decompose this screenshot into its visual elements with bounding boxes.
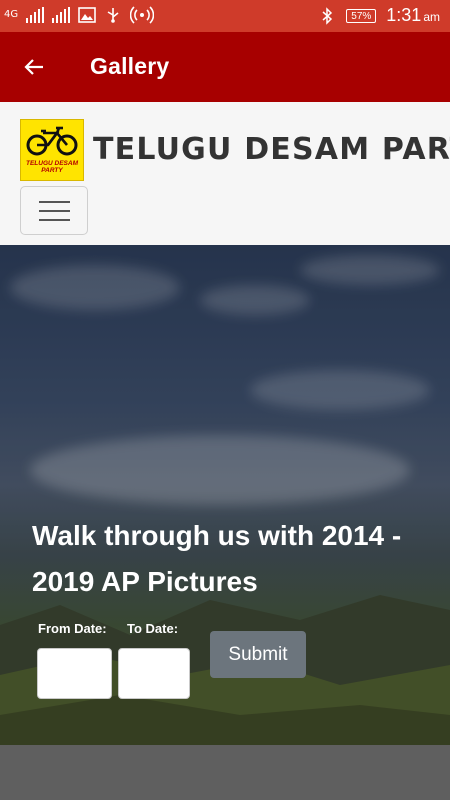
battery-icon: 57%: [346, 9, 377, 23]
clock-ampm: am: [423, 10, 440, 24]
arrow-back-icon: [24, 59, 43, 75]
clock: 1:31 am: [386, 6, 440, 26]
app-title: Gallery: [90, 53, 170, 79]
hamburger-icon: [39, 210, 70, 212]
bottom-area: [0, 745, 450, 800]
image-icon: [78, 7, 96, 23]
from-date-label: From Date:: [38, 621, 107, 636]
to-date-input[interactable]: [118, 648, 190, 699]
hamburger-icon: [39, 219, 70, 221]
status-bar: 4G 57% 1:31 am: [0, 0, 450, 32]
party-logo[interactable]: TELUGU DESAM PARTY: [20, 119, 84, 181]
menu-toggle-button[interactable]: [20, 186, 88, 235]
signal-icon: [52, 7, 71, 23]
hamburger-icon: [39, 201, 70, 203]
logo-text: TELUGU DESAM PARTY: [26, 160, 78, 174]
from-date-input[interactable]: [37, 648, 112, 699]
back-button[interactable]: [18, 52, 50, 82]
hero-section: Walk through us with 2014 - 2019 AP Pict…: [0, 245, 450, 745]
submit-button[interactable]: Submit: [210, 631, 306, 678]
app-bar: Gallery: [0, 32, 450, 102]
network-type: 4G: [4, 9, 19, 20]
status-right: 57% 1:31 am: [318, 6, 440, 26]
bicycle-icon: [26, 126, 78, 156]
bluetooth-icon: [322, 7, 333, 25]
usb-icon: [107, 8, 119, 23]
signal-icon: [26, 7, 45, 23]
status-left: 4G: [4, 6, 155, 24]
brand-name[interactable]: TELUGU DESAM PARTY: [93, 132, 450, 167]
site-header: TELUGU DESAM PARTY TELUGU DESAM PARTY: [0, 102, 450, 245]
hotspot-icon: [130, 6, 155, 24]
clock-time: 1:31: [386, 5, 422, 25]
to-date-label: To Date:: [127, 621, 179, 636]
hero-heading: Walk through us with 2014 - 2019 AP Pict…: [32, 520, 402, 597]
